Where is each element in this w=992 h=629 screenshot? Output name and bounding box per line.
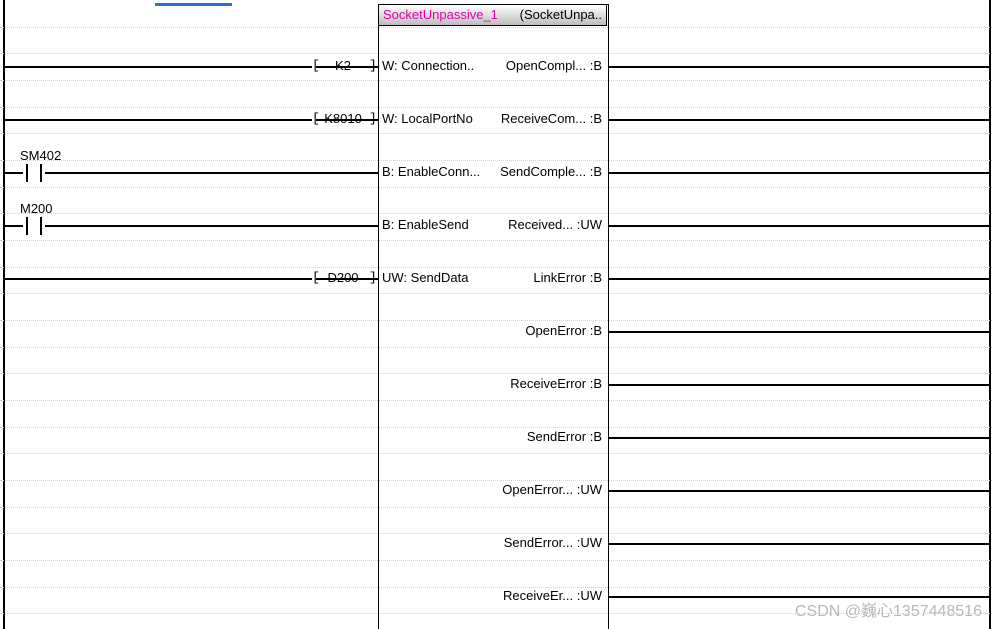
wire: [608, 66, 989, 68]
wire: [608, 172, 989, 174]
grid-line: [0, 373, 992, 374]
grid-line: [0, 507, 992, 508]
wire: [608, 278, 989, 280]
wire: [608, 490, 989, 492]
wire: [608, 437, 989, 439]
wire: [5, 119, 312, 121]
bracket-right: ]: [369, 270, 377, 285]
grid-line: [0, 133, 992, 134]
grid-line: [0, 27, 992, 28]
left-power-rail: [3, 0, 5, 629]
wire: [5, 225, 23, 227]
wire: [608, 119, 989, 121]
fb-output-pin: SendComple... :B: [492, 164, 602, 179]
fb-input-pin: W: Connection..: [382, 58, 492, 73]
fb-output-pin: OpenCompl... :B: [492, 58, 602, 73]
fb-output-pin: Received... :UW: [492, 217, 602, 232]
wire: [5, 172, 23, 174]
grid-line: [0, 400, 992, 401]
fb-output-pin: ReceiveCom... :B: [492, 111, 602, 126]
grid-line: [0, 453, 992, 454]
grid-line: [0, 480, 992, 481]
grid-line: [0, 160, 992, 161]
grid-line: [0, 320, 992, 321]
fb-output-pin: OpenError... :UW: [492, 482, 602, 497]
cell-selection: [155, 0, 232, 6]
bracket-left: [: [312, 270, 320, 285]
grid-line: [0, 267, 992, 268]
grid-line: [0, 533, 992, 534]
fb-input-pin: UW: SendData: [382, 270, 492, 285]
contact-label: SM402: [20, 148, 61, 163]
grid-line: [0, 53, 992, 54]
bracket-left: [: [312, 111, 320, 126]
wire: [608, 596, 989, 598]
watermark: CSDN @巍心1357448516: [795, 597, 982, 621]
grid-line: [0, 187, 992, 188]
grid-line: [0, 293, 992, 294]
grid-line: [0, 80, 992, 81]
grid-line: [0, 560, 992, 561]
fb-output-pin: ReceiveError :B: [492, 376, 602, 391]
fb-output-pin: LinkError :B: [492, 270, 602, 285]
grid-line: [0, 240, 992, 241]
bracket-right: ]: [369, 111, 377, 126]
wire: [5, 66, 312, 68]
bracket-right: ]: [369, 58, 377, 73]
input-operand[interactable]: K8010: [320, 111, 366, 126]
wire: [608, 225, 989, 227]
bracket-left: [: [312, 58, 320, 73]
wire: [608, 331, 989, 333]
fb-output-pin: SendError :B: [492, 429, 602, 444]
fb-type-name: (SocketUnpa..: [520, 7, 602, 23]
grid-line: [0, 213, 992, 214]
right-edge-rail: [989, 0, 991, 629]
fb-input-pin: W: LocalPortNo: [382, 111, 492, 126]
wire: [5, 278, 312, 280]
contact-no[interactable]: [23, 164, 45, 182]
wire: [45, 172, 378, 174]
wire: [45, 225, 378, 227]
input-operand[interactable]: K2: [320, 58, 366, 73]
fb-input-pin: B: EnableSend: [382, 217, 492, 232]
input-operand[interactable]: D200: [320, 270, 366, 285]
fb-output-pin: OpenError :B: [492, 323, 602, 338]
function-block-title: SocketUnpassive_1 (SocketUnpa..: [378, 4, 607, 26]
fb-input-pin: B: EnableConn...: [382, 164, 492, 179]
contact-label: M200: [20, 201, 53, 216]
grid-line: [0, 347, 992, 348]
grid-line: [0, 613, 992, 614]
contact-no[interactable]: [23, 217, 45, 235]
wire: [608, 543, 989, 545]
fb-output-pin: SendError... :UW: [492, 535, 602, 550]
fb-output-pin: ReceiveEr... :UW: [492, 588, 602, 603]
wire: [608, 384, 989, 386]
grid-line: [0, 427, 992, 428]
fb-instance-name: SocketUnpassive_1: [383, 7, 498, 23]
grid-line: [0, 107, 992, 108]
